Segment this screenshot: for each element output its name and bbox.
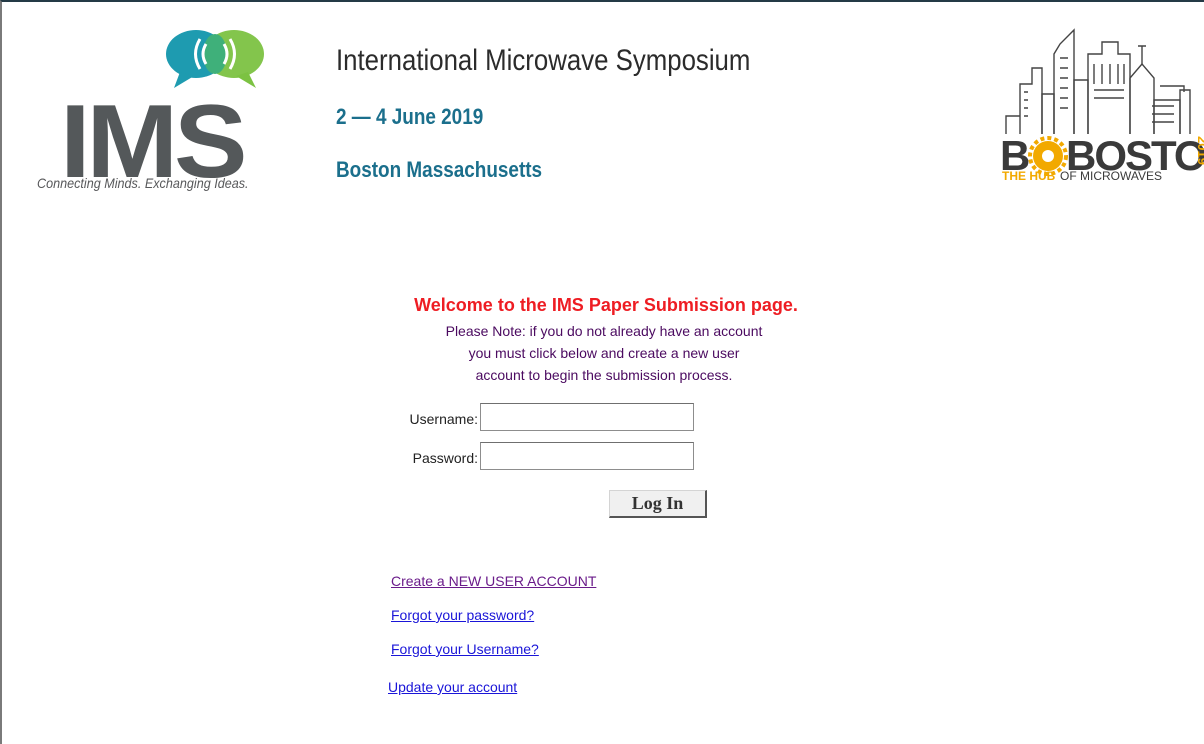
update-account-link[interactable]: Update your account xyxy=(388,679,517,695)
note-line: Please Note: if you do not already have … xyxy=(445,323,763,339)
ims-logo: IMS Connecting Minds. Exchanging Ideas. xyxy=(32,22,282,194)
event-location: Boston Massachusetts xyxy=(336,157,543,182)
event-title: International Microwave Symposium xyxy=(336,44,751,77)
boston-logo: B BOSTON 2019 THE HUB OF MICROWAVES xyxy=(1000,24,1204,184)
note-line: you must click below and create a new us… xyxy=(468,345,740,361)
password-label: Password: xyxy=(412,450,478,466)
boston-slogan-rest: OF MICROWAVES xyxy=(1060,169,1162,183)
note-line: account to begin the submission process. xyxy=(475,367,733,383)
forgot-password-link[interactable]: Forgot your password? xyxy=(391,607,534,623)
account-note: Please Note: if you do not already have … xyxy=(2,320,1204,386)
username-label: Username: xyxy=(409,411,478,427)
forgot-username-link[interactable]: Forgot your Username? xyxy=(391,641,539,657)
username-row: Username: xyxy=(302,403,478,433)
welcome-heading: Welcome to the IMS Paper Submission page… xyxy=(414,295,798,315)
username-input[interactable] xyxy=(480,403,694,431)
password-row: Password: xyxy=(302,442,478,472)
event-info: International Microwave Symposium 2 — 4 … xyxy=(336,44,818,182)
login-button[interactable]: Log In xyxy=(609,490,707,518)
ims-tagline: Connecting Minds. Exchanging Ideas. xyxy=(37,175,249,191)
password-input[interactable] xyxy=(480,442,694,470)
create-account-link[interactable]: Create a NEW USER ACCOUNT xyxy=(391,573,596,589)
page-frame: IMS Connecting Minds. Exchanging Ideas. … xyxy=(0,0,1204,744)
boston-slogan-highlight: THE HUB xyxy=(1002,169,1056,183)
event-dates: 2 — 4 June 2019 xyxy=(336,104,484,129)
boston-skyline-icon: B BOSTON 2019 THE HUB OF MICROWAVES xyxy=(1000,28,1204,183)
boston-year-text: 2019 xyxy=(1195,136,1204,165)
